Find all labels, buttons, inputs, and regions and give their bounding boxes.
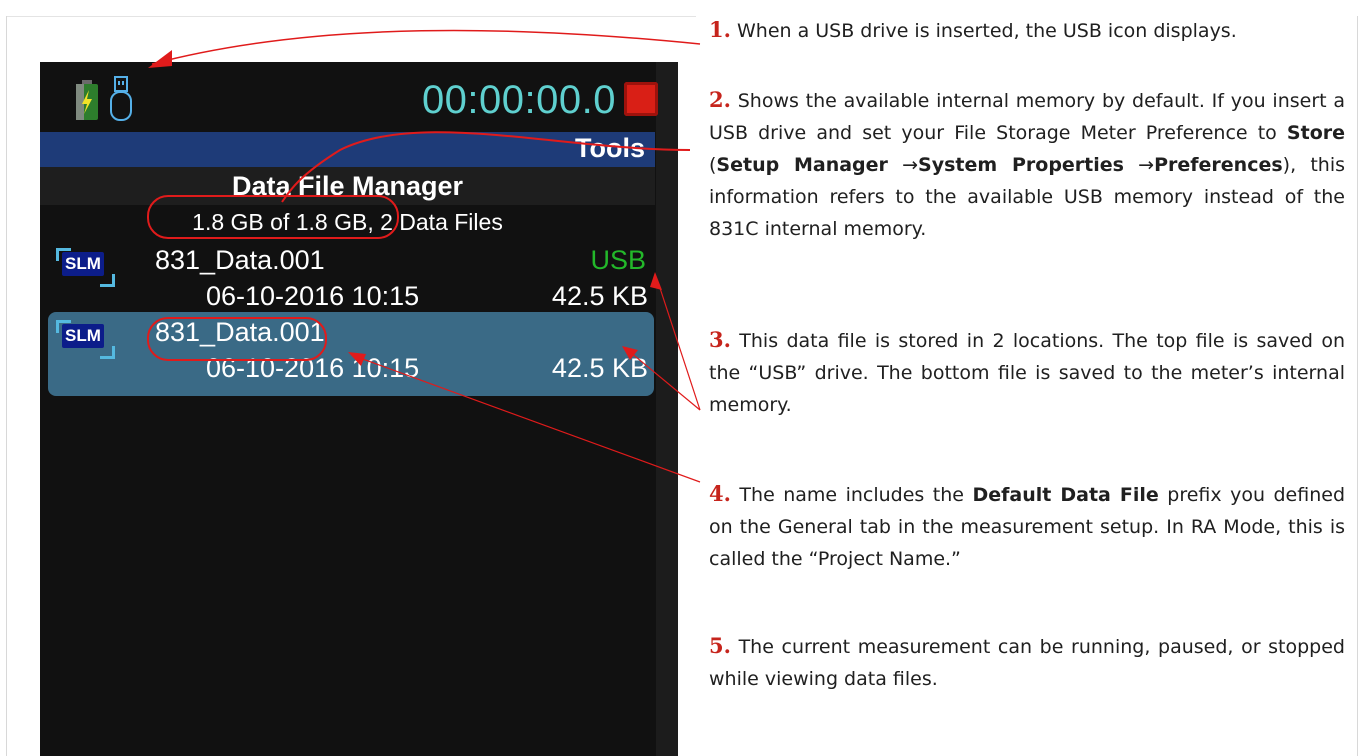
callout-bold: Setup Manager: [716, 154, 888, 176]
callout-3: 3. This data file is stored in 2 locatio…: [709, 324, 1345, 421]
file-name: 831_Data.001: [155, 317, 325, 347]
file-size: 42.5 KB: [551, 353, 648, 383]
callout-bold: System Properties: [918, 154, 1124, 176]
battery-charging-icon: [76, 80, 98, 120]
file-location: USB: [590, 245, 646, 275]
callout-text: →: [887, 154, 919, 176]
callout-number: 1.: [709, 17, 731, 42]
frame-top-border: [6, 16, 696, 17]
stop-button[interactable]: [624, 82, 658, 116]
callout-text: The name includes the: [739, 484, 973, 506]
callout-4: 4. The name includes the Default Data Fi…: [709, 478, 1345, 575]
file-row-internal-selected[interactable]: SLM 831_Data.001 06-10-2016 10:15 42.5 K…: [48, 312, 654, 396]
callout-text: The current measurement can be running, …: [709, 636, 1345, 690]
callout-5: 5. The current measurement can be runnin…: [709, 630, 1345, 695]
tools-tab-bar[interactable]: Tools: [40, 132, 655, 167]
memory-info: 1.8 GB of 1.8 GB, 2 Data Files: [192, 209, 503, 235]
elapsed-timer: 00:00:00.0: [421, 78, 616, 122]
screen-edge: [656, 62, 678, 756]
callout-number: 4.: [709, 481, 731, 506]
slm-badge-label: SLM: [62, 324, 104, 348]
slm-file-icon: SLM: [52, 248, 115, 287]
page-title: Data File Manager: [231, 171, 464, 201]
file-date: 06-10-2016 10:15: [206, 353, 420, 383]
callout-number: 2.: [709, 87, 731, 112]
callout-text: Shows the available internal memory by d…: [709, 90, 1345, 144]
callout-bold: Preferences: [1154, 154, 1283, 176]
device-screen: 00:00:00.0 Tools Data File Manager 1.8 G…: [40, 62, 678, 756]
callout-2: 2. Shows the available internal memory b…: [709, 84, 1345, 245]
callout-1: 1. When a USB drive is inserted, the USB…: [709, 14, 1345, 47]
frame-right-border: [1357, 16, 1358, 756]
page-title-bar: Data File Manager: [40, 167, 655, 205]
callout-bold: Store: [1286, 122, 1345, 144]
slm-badge-label: SLM: [62, 252, 104, 276]
file-size: 42.5 KB: [551, 281, 648, 311]
tools-label: Tools: [575, 133, 645, 163]
slm-file-icon: SLM: [52, 320, 115, 359]
callout-bold: Default Data File: [972, 484, 1159, 506]
callout-text: This data file is stored in 2 locations.…: [709, 330, 1345, 416]
file-name: 831_Data.001: [155, 245, 325, 275]
file-date: 06-10-2016 10:15: [206, 281, 420, 311]
callout-number: 5.: [709, 633, 731, 658]
callout-text: When a USB drive is inserted, the USB ic…: [736, 20, 1237, 42]
status-bar: 00:00:00.0: [40, 62, 678, 128]
callout-number: 3.: [709, 327, 731, 352]
callout-text: →: [1123, 154, 1155, 176]
frame-left-border: [6, 16, 7, 756]
usb-drive-icon[interactable]: [110, 76, 132, 122]
